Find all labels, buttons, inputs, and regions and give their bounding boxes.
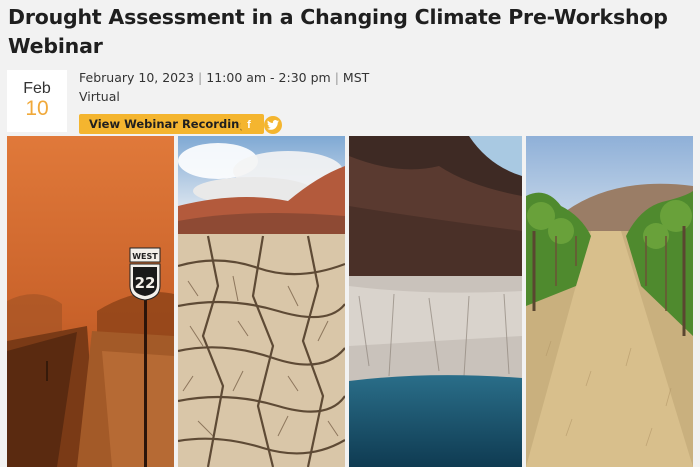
twitter-bird-glyph	[267, 120, 279, 130]
date-month: Feb	[23, 80, 51, 97]
event-timezone: MST	[342, 70, 370, 85]
event-location: Virtual	[79, 89, 120, 104]
date-badge: Feb 10	[7, 70, 67, 132]
vineyard-photo	[526, 136, 693, 467]
separator: |	[334, 70, 339, 85]
event-date: February 10, 2023	[79, 70, 195, 85]
event-datetime: February 10, 2023 | 11:00 am - 2:30 pm | MST	[79, 70, 369, 85]
cracked-earth-photo	[178, 136, 345, 467]
sign-direction: WEST	[132, 252, 158, 261]
page-title: Drought Assessment in a Changing Climate…	[8, 5, 668, 58]
separator: |	[198, 70, 203, 85]
event-time: 11:00 am - 2:30 pm	[206, 70, 331, 85]
date-day: 10	[25, 97, 49, 120]
facebook-icon[interactable]: f	[240, 116, 258, 134]
sign-route-number: 22	[135, 274, 156, 292]
smoky-highway-photo: WEST 22	[7, 136, 174, 467]
twitter-icon[interactable]	[264, 116, 282, 134]
low-reservoir-photo	[349, 136, 522, 467]
photo-strip: WEST 22	[7, 136, 693, 467]
view-recordings-button[interactable]: View Webinar Recordings	[79, 114, 265, 134]
